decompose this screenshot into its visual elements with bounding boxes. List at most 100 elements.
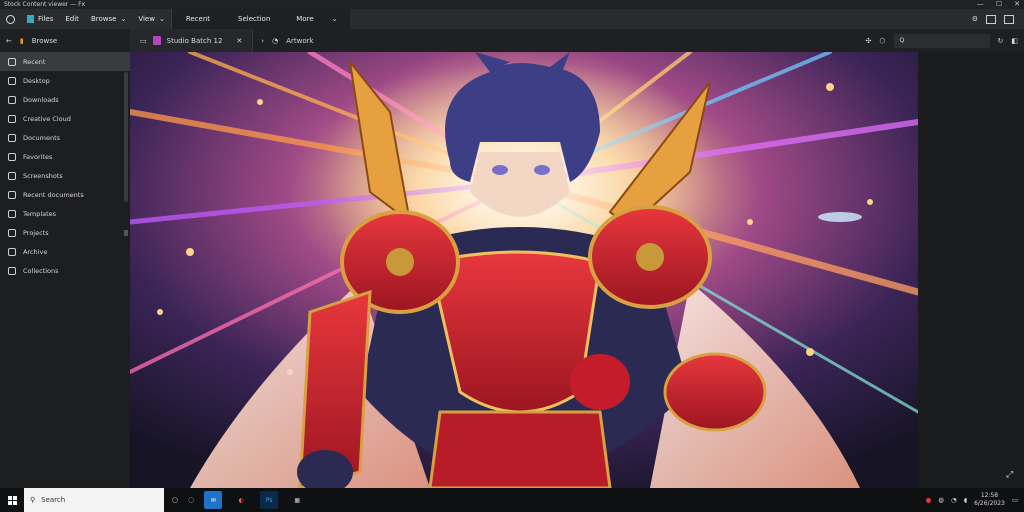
chevron-down-icon: ⌄ [331, 15, 338, 23]
volume-icon[interactable]: ◖ [964, 496, 967, 504]
app-photoshop-icon[interactable]: Ps [260, 491, 279, 509]
folder-label: Browse [31, 36, 58, 45]
files-icon [27, 15, 34, 23]
antivirus-icon[interactable]: ● [926, 496, 932, 504]
taskbar-search-input[interactable]: ⚲ Search [24, 488, 164, 512]
clock-icon [8, 57, 16, 66]
taskbar: ⚲ Search ○ ◌ ✉ ◐ Ps ▦ ● ◍ ◔ ◖ 12:58 6/26… [0, 488, 1024, 512]
shield-icon[interactable]: ⬡ [879, 37, 885, 45]
taskbar-apps: ○ ◌ ✉ ◐ Ps ▦ [164, 488, 306, 512]
sidebar-item-recent-documents[interactable]: Recent documents [0, 185, 130, 204]
cortana-icon[interactable]: ○ [172, 496, 178, 504]
recent-label: Recent [185, 15, 211, 23]
back-icon[interactable]: ← [6, 37, 12, 45]
expand-icon[interactable]: ⤢ [1006, 470, 1013, 480]
sidebar-item-templates[interactable]: Templates [0, 204, 130, 223]
close-tab-icon[interactable]: ✕ [236, 37, 242, 45]
sidebar-item-favorites[interactable]: Favorites [0, 147, 130, 166]
chevron-right-icon: › [261, 36, 265, 45]
edit-button[interactable]: Edit [59, 9, 85, 29]
more-label: More [296, 15, 314, 23]
sidebar: Recent Desktop Downloads Creative Cloud … [0, 52, 130, 488]
sidebar-item-desktop[interactable]: Desktop [0, 71, 130, 90]
app-menu-button[interactable] [0, 9, 21, 29]
sidebar-item-label: Recent documents [23, 190, 84, 199]
template-icon [8, 209, 16, 218]
wifi-icon[interactable]: ◔ [951, 496, 957, 504]
start-button[interactable] [0, 488, 24, 512]
sidebar-toggle-icon[interactable] [1004, 14, 1014, 24]
network-icon[interactable]: ◍ [938, 496, 944, 504]
notification-icon[interactable]: ▭ [1012, 496, 1018, 504]
window-title: Stock Content viewer — Fx [4, 1, 86, 8]
sidebar-item-label: Screenshots [23, 171, 63, 180]
sidebar-item-label: Creative Cloud [23, 114, 71, 123]
sidebar-item-creative-cloud[interactable]: Creative Cloud [0, 109, 130, 128]
lock-icon: ◔ [272, 36, 279, 45]
files-label: Files [38, 15, 54, 23]
main-toolbar: Files Edit Browse ⌄ View ⌄ Recent Select… [0, 9, 1024, 29]
sidebar-item-label: Projects [23, 228, 49, 237]
edit-label: Edit [65, 15, 79, 23]
sidebar-item-label: Recent [23, 57, 46, 66]
search-input[interactable]: Q [893, 33, 990, 48]
browse-label: Browse [90, 15, 117, 23]
clock-date: 6/26/2023 [974, 500, 1005, 507]
clock[interactable]: 12:58 6/26/2023 [974, 492, 1005, 508]
app-gallery-icon[interactable]: ▦ [288, 491, 306, 509]
desktop-icon [8, 76, 16, 85]
address-label: Artwork [286, 36, 314, 45]
app-mail-icon[interactable]: ✉ [204, 491, 223, 509]
sidebar-scrollbar[interactable] [124, 72, 128, 202]
search-icon: ⚲ [30, 496, 36, 504]
app-browser-icon[interactable]: ◐ [232, 491, 250, 509]
search-placeholder: Search [41, 496, 66, 504]
star-icon [8, 152, 16, 161]
more-button[interactable]: More ⌄ [284, 9, 350, 29]
sidebar-item-documents[interactable]: Documents [0, 128, 130, 147]
sidebar-item-label: Favorites [23, 152, 53, 161]
sidebar-item-label: Downloads [23, 95, 59, 104]
task-view-icon[interactable]: ◌ [188, 496, 194, 504]
collapse-icon[interactable]: ◧ [1011, 37, 1018, 45]
refresh-icon[interactable]: ↻ [998, 37, 1004, 45]
nav-right: ✣ ⬡ Q ↻ ◧ [866, 33, 1024, 48]
collection-icon [8, 266, 16, 275]
windows-icon [7, 495, 17, 505]
folder-icon [8, 228, 16, 237]
sidebar-item-projects[interactable]: Projects [0, 223, 130, 242]
sidebar-item-label: Desktop [23, 76, 50, 85]
browse-button[interactable]: Browse ⌄ [85, 9, 132, 29]
files-button[interactable]: Files [21, 9, 59, 29]
recent-button[interactable]: Recent [171, 9, 225, 29]
clock-time: 12:58 [980, 492, 999, 499]
minimize-icon[interactable]: — [977, 0, 984, 9]
tab-label: Studio Batch 12 [166, 36, 223, 45]
close-icon[interactable]: ✕ [1014, 0, 1020, 9]
address-bar[interactable]: › ◔ Artwork [253, 29, 313, 52]
selection-button[interactable]: Selection [224, 9, 285, 29]
download-icon [8, 95, 16, 104]
sidebar-item-downloads[interactable]: Downloads [0, 90, 130, 109]
sidebar-item-label: Collections [23, 266, 59, 275]
view-label: View [138, 15, 155, 23]
toolbar-right: ⚙ [972, 14, 1024, 24]
scroll-marker [124, 230, 128, 236]
tab-studio-batch[interactable]: ▭ Studio Batch 12 ✕ [130, 29, 254, 52]
sidebar-item-recent[interactable]: Recent [0, 52, 130, 71]
puzzle-icon[interactable]: ✣ [866, 37, 872, 45]
nav-controls: ← ▮ Browse [0, 29, 130, 52]
sidebar-item-archive[interactable]: Archive [0, 242, 130, 261]
sidebar-item-label: Templates [23, 209, 57, 218]
cloud-icon [8, 114, 16, 123]
chevron-down-icon: ⌄ [158, 15, 165, 23]
panel-icon[interactable] [986, 14, 996, 24]
sidebar-item-collections[interactable]: Collections [0, 261, 130, 280]
sidebar-item-screenshots[interactable]: Screenshots [0, 166, 130, 185]
image-viewer[interactable] [130, 52, 918, 488]
settings-icon[interactable]: ⚙ [972, 15, 978, 23]
chat-icon: ▭ [140, 36, 147, 45]
maximize-icon[interactable]: ☐ [996, 0, 1002, 9]
sidebar-item-label: Archive [23, 247, 48, 256]
view-button[interactable]: View ⌄ [132, 9, 171, 29]
